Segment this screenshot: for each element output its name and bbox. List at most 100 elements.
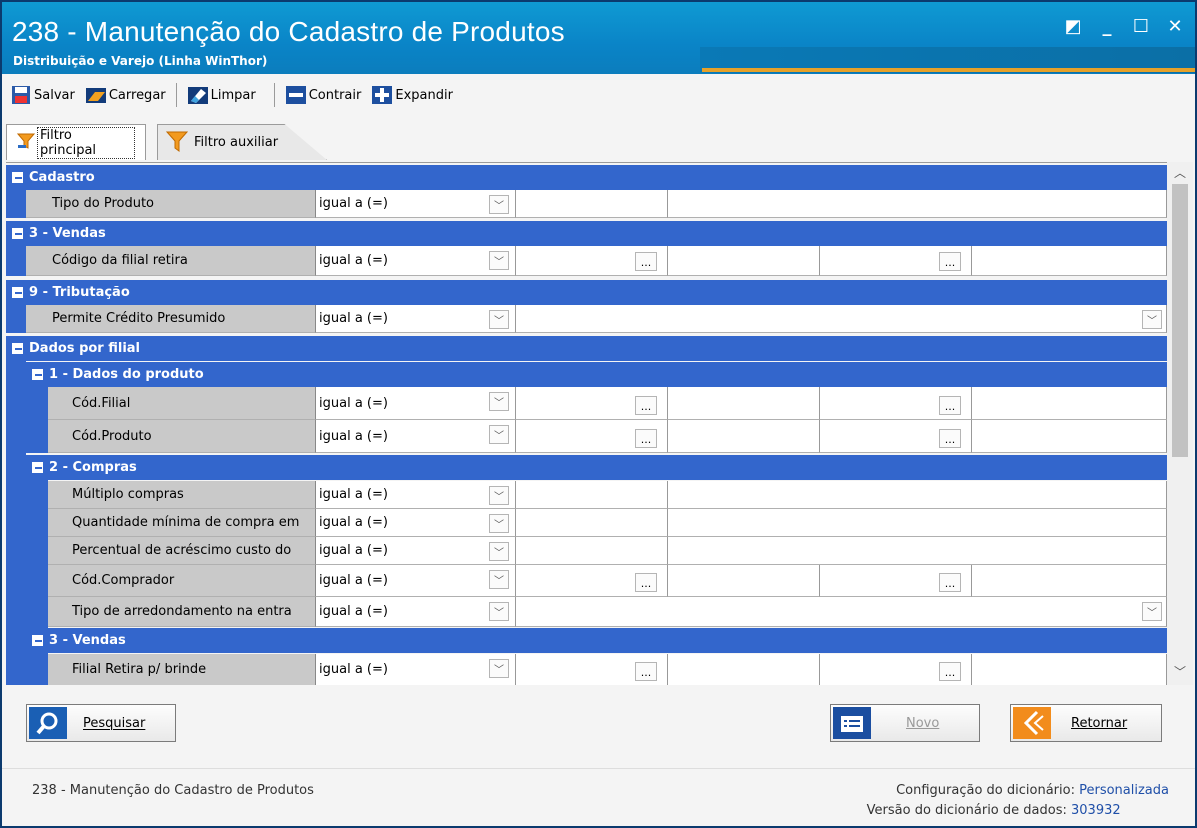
collapse-icon[interactable] (12, 228, 23, 239)
back-button[interactable]: Retornar (1010, 704, 1162, 742)
group-dados-filial[interactable]: Dados por filial (6, 336, 1167, 361)
operator-select[interactable]: igual a (=) ﹀ (316, 387, 516, 420)
group-dados-produto[interactable]: 1 - Dados do produto (26, 362, 1167, 387)
collapse-icon[interactable] (32, 369, 43, 380)
operator-select[interactable]: igual a (=) ﹀ (316, 565, 516, 597)
collapse-icon[interactable] (12, 343, 23, 354)
operator-select[interactable]: igual a (=) ﹀ (316, 420, 516, 453)
collapse-icon[interactable] (12, 287, 23, 298)
chevron-down-icon[interactable]: ﹀ (489, 659, 509, 678)
operator-select[interactable]: igual a (=) ﹀ (316, 190, 516, 218)
ellipsis-button[interactable]: ... (635, 396, 657, 415)
ellipsis-button[interactable]: ... (939, 573, 961, 592)
value-select[interactable]: ﹀ (516, 305, 1167, 333)
clear-button[interactable]: Limpar (187, 84, 256, 106)
tab-main-filter[interactable]: Filtro principal (6, 124, 146, 160)
value-input[interactable] (668, 387, 820, 420)
chevron-down-icon[interactable]: ﹀ (489, 310, 509, 329)
value-input[interactable] (516, 537, 668, 565)
tab-aux-filter[interactable]: Filtro auxiliar (157, 124, 327, 160)
ellipsis-button[interactable]: ... (939, 252, 961, 271)
operator-select[interactable]: igual a (=) ﹀ (316, 481, 516, 509)
value-input[interactable]: ... (516, 246, 668, 276)
value-input[interactable] (668, 481, 1167, 509)
chevron-down-icon[interactable]: ﹀ (489, 486, 509, 505)
chevron-down-icon[interactable]: ﹀ (1142, 310, 1162, 329)
group-vendas[interactable]: 3 - Vendas (6, 221, 1167, 246)
operator-select[interactable]: igual a (=) ﹀ (316, 537, 516, 565)
value-input[interactable]: ... (820, 246, 972, 276)
restore-icon[interactable]: ◩ (1063, 16, 1083, 37)
filter-row-tipo-arredondamento: Tipo de arredondamento na entra igual a … (6, 597, 1167, 627)
operator-select[interactable]: igual a (=) ﹀ (316, 305, 516, 333)
status-version-label: Versão do dicionário de dados: (866, 803, 1067, 818)
chevron-down-icon[interactable]: ﹀ (489, 195, 509, 214)
collapse-icon[interactable] (12, 172, 23, 183)
close-icon[interactable]: ✕ (1165, 16, 1185, 37)
group-vendas-filial[interactable]: 3 - Vendas (26, 628, 1167, 653)
value-input[interactable] (972, 565, 1167, 597)
chevron-down-icon[interactable]: ﹀ (489, 570, 509, 589)
ellipsis-button[interactable]: ... (939, 662, 961, 681)
value-input[interactable]: ... (516, 565, 668, 597)
chevron-down-icon[interactable]: ﹀ (489, 602, 509, 621)
load-button[interactable]: Carregar (85, 84, 166, 106)
ellipsis-button[interactable]: ... (635, 252, 657, 271)
new-button[interactable]: Novo (830, 704, 980, 742)
value-input[interactable]: ... (820, 420, 972, 453)
ellipsis-button[interactable]: ... (635, 573, 657, 592)
search-button[interactable]: Pesquisar (26, 704, 176, 742)
ellipsis-button[interactable]: ... (635, 662, 657, 681)
value-input[interactable] (668, 246, 820, 276)
minimize-icon[interactable]: _ (1097, 16, 1117, 37)
value-input[interactable] (972, 654, 1167, 685)
scroll-up-icon[interactable]: ︿ (1167, 164, 1193, 184)
value-input[interactable]: ... (516, 387, 668, 420)
value-input[interactable]: ... (820, 565, 972, 597)
ellipsis-button[interactable]: ... (939, 396, 961, 415)
value-input[interactable]: ... (516, 654, 668, 685)
value-input[interactable] (668, 654, 820, 685)
value-input[interactable] (516, 481, 668, 509)
value-input[interactable] (668, 420, 820, 453)
value-input[interactable] (972, 387, 1167, 420)
value-input[interactable] (668, 537, 1167, 565)
value-select[interactable]: ﹀ (516, 597, 1167, 627)
value-input[interactable] (668, 190, 1167, 218)
ellipsis-button[interactable]: ... (939, 429, 961, 448)
chevron-down-icon[interactable]: ﹀ (489, 251, 509, 270)
collapse-icon[interactable] (32, 635, 43, 646)
ellipsis-button[interactable]: ... (635, 429, 657, 448)
value-input[interactable]: ... (516, 420, 668, 453)
save-button[interactable]: Salvar (10, 84, 75, 106)
operator-select[interactable]: igual a (=) ﹀ (316, 509, 516, 537)
value-input[interactable] (516, 509, 668, 537)
operator-value: igual a (=) (319, 428, 388, 444)
expand-button[interactable]: Expandir (371, 84, 453, 106)
scroll-down-icon[interactable]: ﹀ (1167, 663, 1193, 683)
value-input[interactable]: ... (820, 387, 972, 420)
collapse-icon[interactable] (32, 462, 43, 473)
group-cadastro[interactable]: Cadastro (6, 165, 1167, 190)
chevron-down-icon[interactable]: ﹀ (489, 392, 509, 411)
value-input[interactable] (516, 190, 668, 218)
value-input[interactable] (668, 565, 820, 597)
value-input[interactable] (668, 509, 1167, 537)
group-label: 3 - Vendas (49, 633, 126, 648)
chevron-down-icon[interactable]: ﹀ (489, 542, 509, 561)
group-compras[interactable]: 2 - Compras (26, 455, 1167, 480)
chevron-down-icon[interactable]: ﹀ (489, 425, 509, 444)
vertical-scrollbar[interactable]: ︿ ﹀ (1167, 162, 1193, 685)
chevron-down-icon[interactable]: ﹀ (489, 514, 509, 533)
collapse-button[interactable]: Contrair (285, 84, 361, 106)
group-tributacao[interactable]: 9 - Tributação (6, 280, 1167, 305)
chevron-down-icon[interactable]: ﹀ (1142, 602, 1162, 621)
value-input[interactable]: ... (820, 654, 972, 685)
operator-select[interactable]: igual a (=) ﹀ (316, 597, 516, 627)
scroll-thumb[interactable] (1172, 184, 1188, 457)
value-input[interactable] (972, 246, 1167, 276)
value-input[interactable] (972, 420, 1167, 453)
operator-select[interactable]: igual a (=) ﹀ (316, 246, 516, 276)
maximize-icon[interactable]: ☐ (1131, 16, 1151, 37)
operator-select[interactable]: igual a (=) ﹀ (316, 654, 516, 685)
